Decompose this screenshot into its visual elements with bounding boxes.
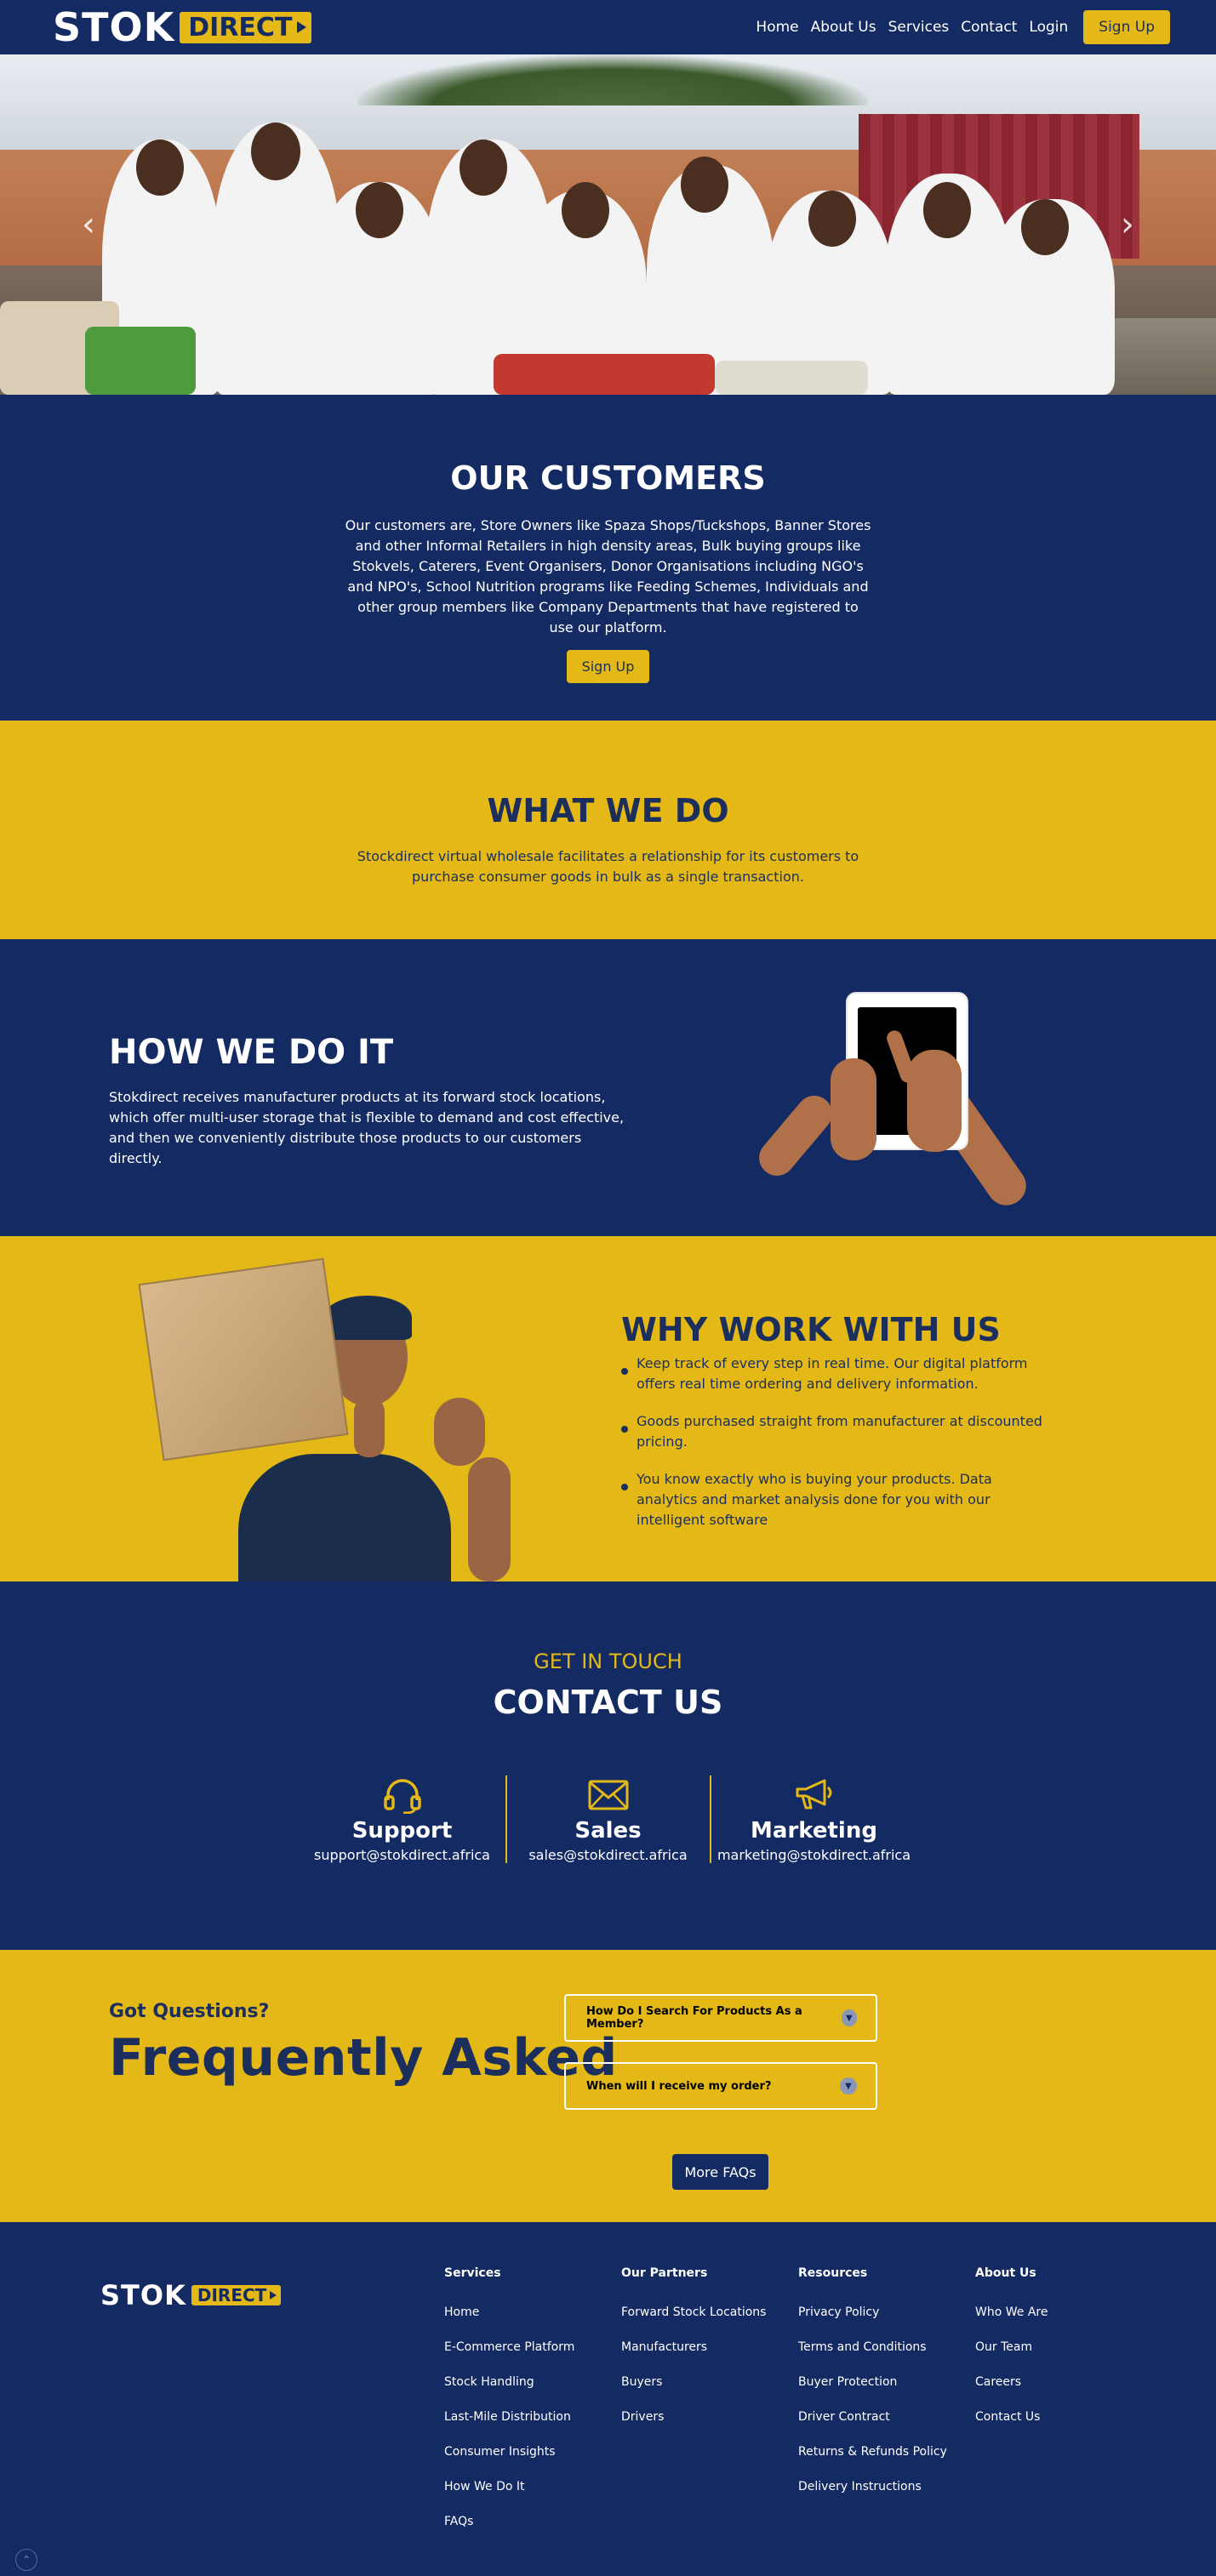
- footer-column-services: Services Home E-Commerce Platform Stock …: [444, 2266, 574, 2550]
- why-work-with-us-section: WHY WORK WITH US Keep track of every ste…: [0, 1236, 1216, 1582]
- footer-link[interactable]: Consumer Insights: [444, 2445, 574, 2459]
- contact-support-email[interactable]: support@stokdirect.africa: [314, 1847, 490, 1863]
- what-we-do-section: WHAT WE DO Stockdirect virtual wholesale…: [0, 721, 1216, 939]
- contact-sales-email[interactable]: sales@stokdirect.africa: [528, 1847, 687, 1863]
- footer-link[interactable]: How We Do It: [444, 2480, 574, 2494]
- nav-login[interactable]: Login: [1029, 19, 1068, 36]
- footer-logo[interactable]: STOK DIRECT: [100, 2279, 282, 2311]
- contact-marketing-label: Marketing: [751, 1818, 877, 1844]
- logo-direct-text: DIRECT: [188, 12, 293, 43]
- headset-icon: [383, 1775, 422, 1815]
- footer-link[interactable]: Our Team: [975, 2340, 1048, 2355]
- footer-column-title: Services: [444, 2266, 501, 2280]
- faq-question-text: When will I receive my order?: [586, 2079, 772, 2093]
- footer-link[interactable]: Home: [444, 2305, 574, 2320]
- customers-signup-button[interactable]: Sign Up: [566, 650, 650, 683]
- footer-column-title: About Us: [975, 2266, 1036, 2280]
- what-we-do-title: WHAT WE DO: [487, 792, 729, 829]
- delivery-man-illustration: [138, 1253, 545, 1582]
- footer-link[interactable]: Terms and Conditions: [798, 2340, 947, 2355]
- site-footer: STOK DIRECT Services Home E-Commerce Pla…: [0, 2222, 1216, 2576]
- footer-link[interactable]: Privacy Policy: [798, 2305, 947, 2320]
- what-we-do-text: Stockdirect virtual wholesale facilitate…: [357, 848, 859, 885]
- footer-logo-direct-badge: DIRECT: [191, 2285, 282, 2305]
- carousel-prev-arrow[interactable]: ‹: [82, 205, 95, 244]
- footer-link[interactable]: FAQs: [444, 2515, 574, 2529]
- footer-link[interactable]: Buyers: [621, 2375, 766, 2390]
- nav-contact[interactable]: Contact: [961, 19, 1017, 36]
- footer-link[interactable]: Last-Mile Distribution: [444, 2410, 574, 2425]
- megaphone-icon: [794, 1775, 835, 1815]
- contact-marketing-email[interactable]: marketing@stokdirect.africa: [717, 1847, 911, 1863]
- chevron-up-icon: ⌃: [21, 2554, 31, 2566]
- footer-link[interactable]: Careers: [975, 2375, 1048, 2390]
- footer-link[interactable]: E-Commerce Platform: [444, 2340, 574, 2355]
- contact-card-marketing: Marketing marketing@stokdirect.africa: [711, 1775, 917, 1863]
- chevron-down-icon[interactable]: ▼: [841, 2009, 857, 2026]
- customers-title: OUR CUSTOMERS: [450, 459, 766, 497]
- back-to-top-button[interactable]: ⌃: [15, 2549, 37, 2571]
- faq-question-text: How Do I Search For Products As a Member…: [586, 2005, 802, 2031]
- why-work-item: You know exactly who is buying your prod…: [621, 1469, 1047, 1530]
- faq-question-order[interactable]: When will I receive my order? ▼: [564, 2062, 877, 2110]
- footer-column-title: Resources: [798, 2266, 868, 2280]
- footer-logo-stok-text: STOK: [100, 2279, 186, 2311]
- tablet-hands-illustration: [749, 990, 1055, 1236]
- carousel-next-arrow[interactable]: ›: [1121, 205, 1134, 244]
- footer-link[interactable]: Stock Handling: [444, 2375, 574, 2390]
- how-we-do-it-text: Stokdirect receives manufacturer product…: [109, 1089, 625, 1166]
- footer-link[interactable]: Contact Us: [975, 2410, 1048, 2425]
- customers-section: OUR CUSTOMERS Our customers are, Store O…: [0, 395, 1216, 721]
- faq-title: Frequently Asked: [109, 2028, 618, 2088]
- chevron-down-icon[interactable]: ▼: [840, 2077, 857, 2094]
- why-work-title: WHY WORK WITH US: [621, 1311, 1001, 1348]
- how-we-do-it-section: HOW WE DO IT Stokdirect receives manufac…: [0, 939, 1216, 1236]
- logo-stok-text: STOK: [53, 4, 175, 50]
- contact-eyebrow: GET IN TOUCH: [534, 1650, 682, 1673]
- contact-support-label: Support: [351, 1818, 453, 1844]
- footer-link[interactable]: Who We Are: [975, 2305, 1048, 2320]
- footer-column-partners: Our Partners Forward Stock Locations Man…: [621, 2266, 766, 2445]
- footer-link[interactable]: Forward Stock Locations: [621, 2305, 766, 2320]
- contact-sales-label: Sales: [574, 1818, 642, 1844]
- contact-section: GET IN TOUCH CONTACT US Support support@…: [0, 1582, 1216, 1950]
- nav-services[interactable]: Services: [888, 19, 950, 36]
- faq-eyebrow: Got Questions?: [109, 2001, 270, 2022]
- header-signup-button[interactable]: Sign Up: [1083, 10, 1170, 44]
- why-work-item: Keep track of every step in real time. O…: [621, 1354, 1047, 1394]
- footer-column-about: About Us Who We Are Our Team Careers Con…: [975, 2266, 1048, 2445]
- footer-link[interactable]: Delivery Instructions: [798, 2480, 947, 2494]
- site-header: STOK DIRECT Home About Us Services Conta…: [0, 0, 1216, 54]
- more-faqs-button[interactable]: More FAQs: [672, 2154, 768, 2190]
- contact-card-support: Support support@stokdirect.africa: [300, 1775, 505, 1863]
- play-triangle-icon: [270, 2291, 277, 2300]
- main-nav: Home About Us Services Contact Login Sig…: [744, 10, 1170, 44]
- hero-carousel: ‹ ›: [0, 54, 1216, 395]
- nav-home[interactable]: Home: [756, 19, 798, 36]
- envelope-icon: [588, 1775, 629, 1815]
- footer-column-resources: Resources Privacy Policy Terms and Condi…: [798, 2266, 947, 2515]
- logo-direct-badge: DIRECT: [180, 11, 312, 43]
- contact-card-sales: Sales sales@stokdirect.africa: [505, 1775, 711, 1863]
- customers-text: Our customers are, Store Owners like Spa…: [345, 517, 871, 635]
- faq-section: Got Questions? Frequently Asked How Do I…: [0, 1950, 1216, 2222]
- footer-column-title: Our Partners: [621, 2266, 708, 2280]
- footer-link[interactable]: Drivers: [621, 2410, 766, 2425]
- contact-cards: Support support@stokdirect.africa Sales …: [0, 1775, 1216, 1863]
- faq-question-search[interactable]: How Do I Search For Products As a Member…: [564, 1994, 877, 2042]
- footer-link[interactable]: Buyer Protection: [798, 2375, 947, 2390]
- contact-title: CONTACT US: [493, 1684, 723, 1721]
- how-we-do-it-title: HOW WE DO IT: [109, 1033, 394, 1072]
- footer-link[interactable]: Driver Contract: [798, 2410, 947, 2425]
- hero-image: [0, 54, 1216, 395]
- play-triangle-icon: [297, 21, 307, 33]
- footer-link[interactable]: Manufacturers: [621, 2340, 766, 2355]
- footer-logo-direct-text: DIRECT: [197, 2285, 267, 2305]
- why-work-list: Keep track of every step in real time. O…: [621, 1354, 1047, 1530]
- why-work-item: Goods purchased straight from manufactur…: [621, 1411, 1047, 1452]
- footer-link[interactable]: Returns & Refunds Policy: [798, 2445, 947, 2459]
- brand-logo[interactable]: STOK DIRECT: [53, 4, 312, 50]
- nav-about-us[interactable]: About Us: [811, 19, 876, 36]
